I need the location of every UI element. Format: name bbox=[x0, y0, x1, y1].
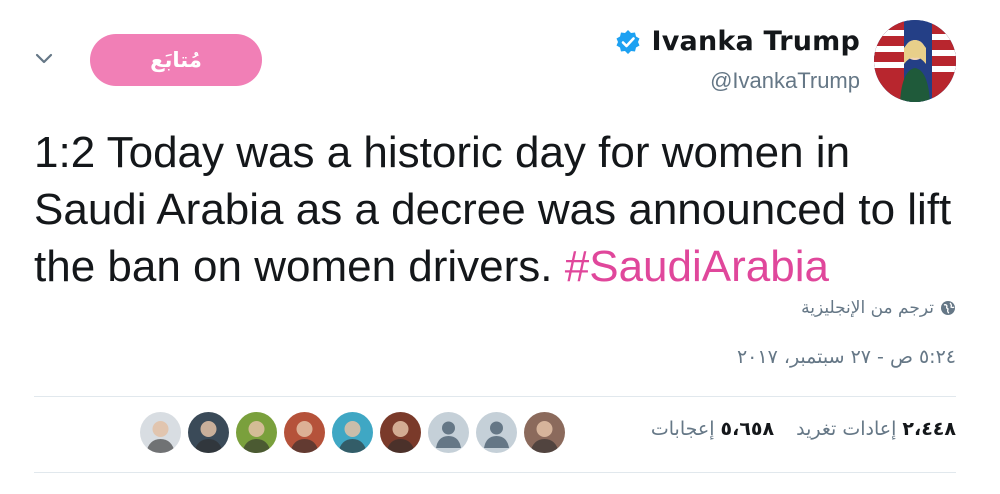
profile-avatar[interactable] bbox=[874, 20, 956, 102]
translate-tweet-link[interactable]: ترجم من الإنجليزية bbox=[801, 298, 956, 318]
user-photo-icon bbox=[140, 412, 181, 453]
tweet-text: 1:2 Today was a historic day for women i… bbox=[34, 124, 964, 295]
user-photo-icon bbox=[284, 412, 325, 453]
translate-label: ترجم من الإنجليزية bbox=[801, 298, 934, 318]
engagement-stats: ٢،٤٤٨ إعادات تغريد ٥،٦٥٨ إعجابات bbox=[651, 418, 956, 440]
likers-avatar-row bbox=[140, 412, 565, 453]
profile-photo-icon bbox=[874, 20, 956, 102]
default-avatar-icon bbox=[428, 412, 469, 453]
liker-avatar-2[interactable] bbox=[476, 412, 517, 453]
author-display-name[interactable]: Ivanka Trump bbox=[651, 26, 860, 57]
user-photo-icon bbox=[236, 412, 277, 453]
author-handle[interactable]: @IvankaTrump bbox=[710, 68, 860, 94]
verified-badge-icon bbox=[616, 29, 640, 54]
globe-icon bbox=[941, 301, 955, 315]
chevron-down-icon[interactable] bbox=[34, 52, 54, 66]
retweets-label: إعادات تغريد bbox=[796, 418, 897, 440]
following-button[interactable]: مُتابَع bbox=[90, 34, 262, 86]
author-name-row[interactable]: Ivanka Trump bbox=[615, 26, 860, 57]
liker-avatar-3[interactable] bbox=[428, 412, 469, 453]
likes-count: ٥،٦٥٨ bbox=[720, 418, 775, 440]
liker-avatar-9[interactable] bbox=[140, 412, 181, 453]
user-photo-icon bbox=[380, 412, 421, 453]
hashtag-link[interactable]: #SaudiArabia bbox=[565, 242, 829, 291]
liker-avatar-8[interactable] bbox=[188, 412, 229, 453]
tweet-timestamp[interactable]: ٥:٢٤ ص - ٢٧ سبتمبر، ٢٠١٧ bbox=[737, 346, 956, 368]
likes-label: إعجابات bbox=[650, 418, 715, 440]
user-photo-icon bbox=[188, 412, 229, 453]
liker-avatar-6[interactable] bbox=[284, 412, 325, 453]
user-photo-icon bbox=[332, 412, 373, 453]
liker-avatar-1[interactable] bbox=[524, 412, 565, 453]
likes-stat[interactable]: ٥،٦٥٨ إعجابات bbox=[651, 418, 774, 440]
liker-avatar-5[interactable] bbox=[332, 412, 373, 453]
default-avatar-icon bbox=[476, 412, 517, 453]
retweets-count: ٢،٤٤٨ bbox=[902, 418, 956, 440]
liker-avatar-4[interactable] bbox=[380, 412, 421, 453]
liker-avatar-7[interactable] bbox=[236, 412, 277, 453]
tweet-card: Ivanka Trump @IvankaTrump مُتابَع 1:2 To… bbox=[0, 0, 1000, 494]
divider-bottom bbox=[34, 472, 956, 473]
divider-top bbox=[34, 396, 956, 397]
retweets-stat[interactable]: ٢،٤٤٨ إعادات تغريد bbox=[796, 418, 956, 440]
user-photo-icon bbox=[524, 412, 565, 453]
